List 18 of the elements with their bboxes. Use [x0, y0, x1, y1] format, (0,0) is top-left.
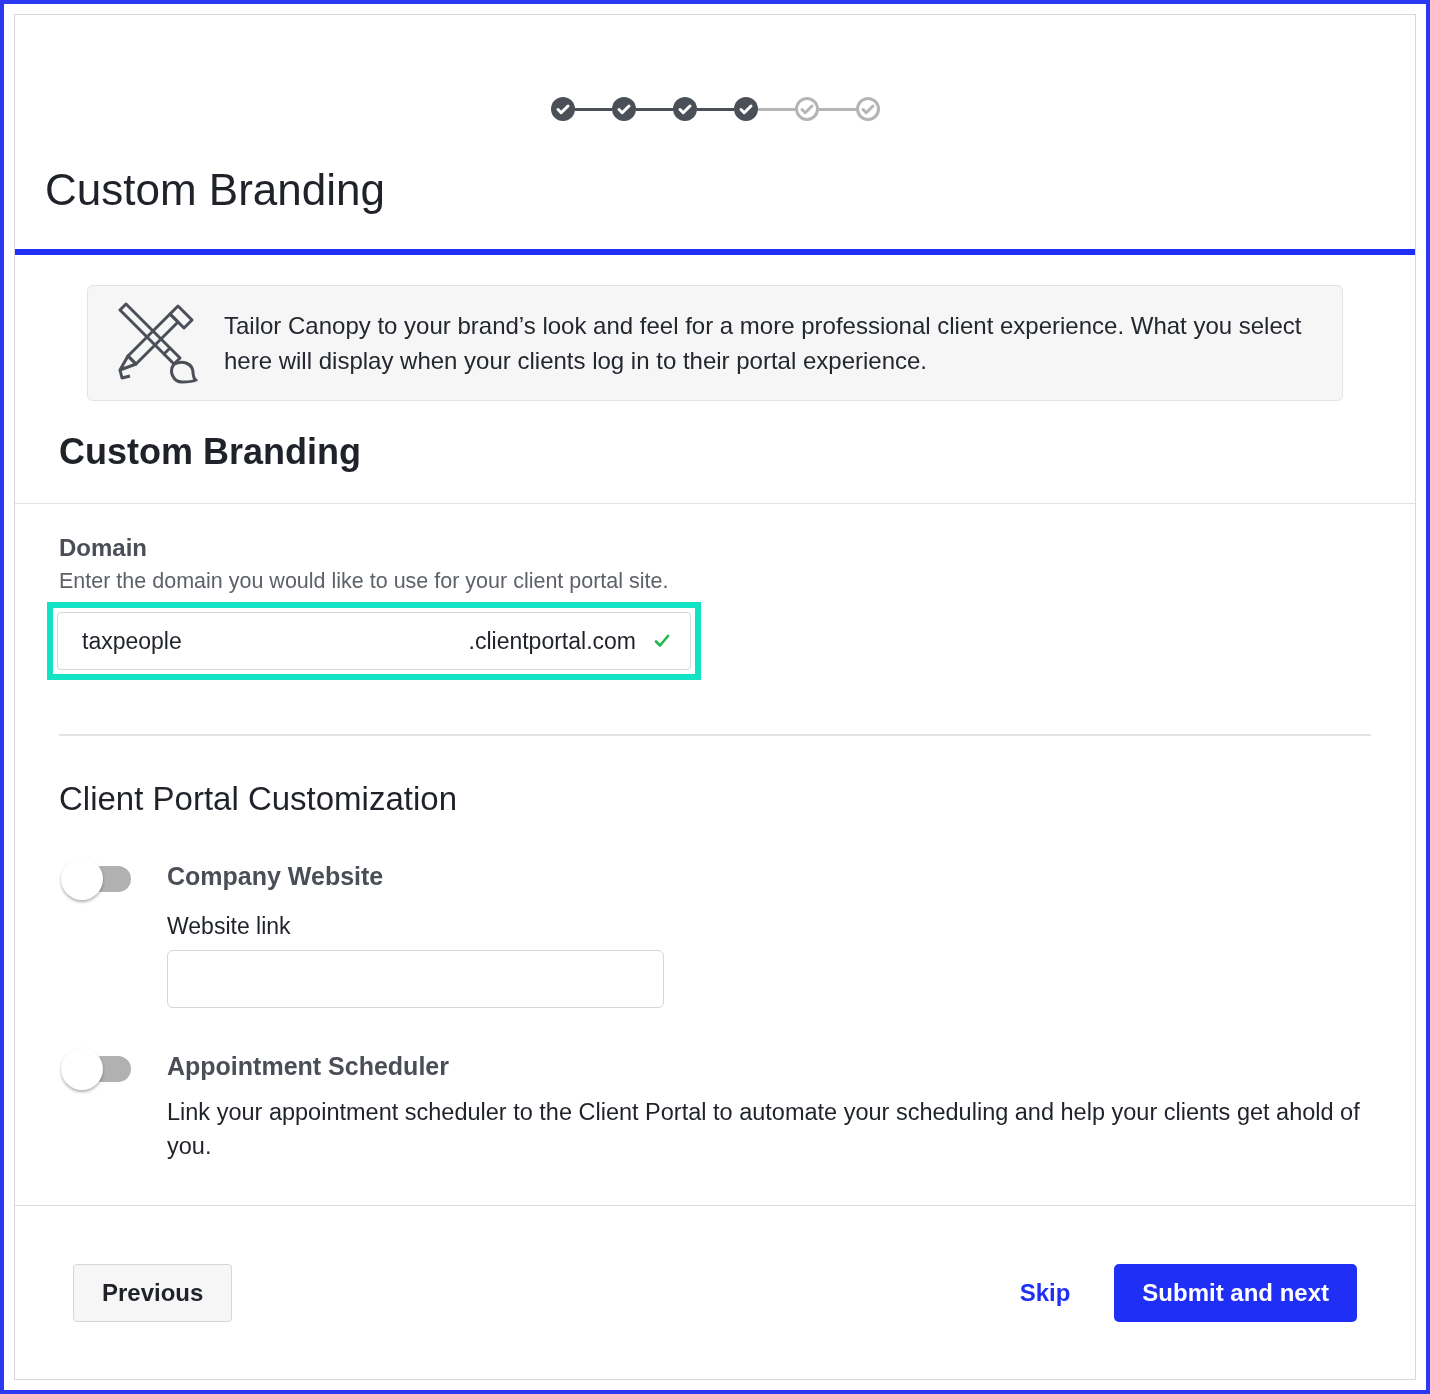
field-label: Website link	[167, 913, 292, 940]
option-title: Company Website	[167, 862, 385, 891]
website-link-field[interactable]	[167, 950, 664, 1008]
domain-field[interactable]: taxpeople .clientportal.com	[57, 612, 691, 670]
option-title: Appointment Scheduler	[167, 1052, 450, 1081]
option-description: Link your appointment scheduler to the Client Portal to automate your scheduling and help your clients get ahold of you.	[167, 1098, 1361, 1161]
domain-suffix: .clientportal.com	[468, 627, 636, 655]
section-title: Custom Branding	[15, 401, 1415, 504]
submit-button[interactable]: Submit and next	[1114, 1263, 1357, 1322]
customization-title: Client Portal Customization	[59, 780, 458, 818]
page-title: Custom Branding	[45, 165, 386, 215]
previous-button[interactable]: Previous	[73, 1263, 233, 1322]
pencil-and-brush-icon	[116, 302, 198, 384]
skip-button[interactable]: Skip	[1019, 1278, 1071, 1307]
banner-text: Tailor Canopy to your brand’s look and feel for a more professional client experience. What you select here will display when your clients log in to their portal experience.	[224, 311, 1303, 376]
domain-label: Domain	[59, 534, 148, 562]
domain-description: Enter the domain you would like to use for your client portal site.	[59, 568, 670, 595]
domain-input[interactable]: taxpeople	[80, 626, 469, 656]
